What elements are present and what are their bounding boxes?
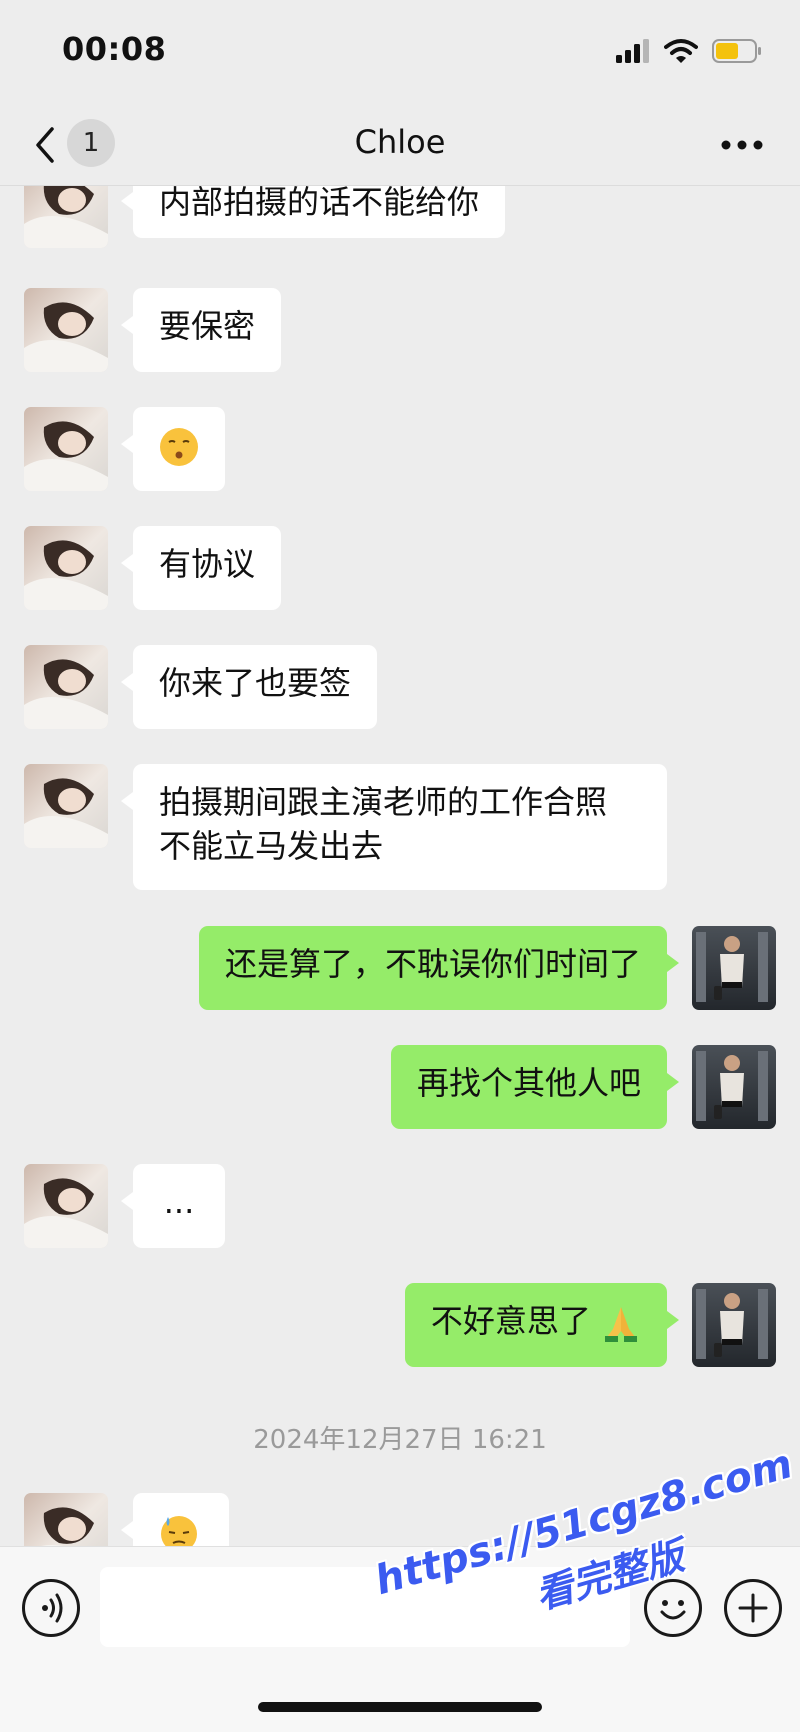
incoming-message-bubble[interactable]: 你来了也要签 — [120, 645, 378, 729]
incoming-message-bubble[interactable]: 有协议 — [120, 526, 282, 610]
message-timestamp: 2024年12月27日 16:21 — [253, 1425, 547, 1455]
unread-count-badge[interactable]: 1 — [67, 119, 115, 167]
shushing-face-emoji-icon — [160, 428, 198, 466]
wifi-icon — [664, 39, 698, 63]
chat-message-list[interactable]: 内部拍摄的话不能给你 要保密 有协议 你来了也要签 拍摄期间跟主演老师的工作合照… — [0, 186, 800, 1546]
user-avatar[interactable] — [692, 926, 776, 1010]
contact-avatar[interactable] — [24, 1493, 108, 1546]
incoming-message-bubble[interactable]: 要保密 — [120, 288, 282, 372]
chat-title: Chloe — [354, 123, 446, 161]
downcast-sweat-face-emoji-icon — [161, 1516, 197, 1546]
signal-icon — [616, 39, 649, 63]
home-indicator — [258, 1702, 542, 1712]
contact-avatar[interactable] — [24, 186, 108, 248]
contact-avatar[interactable] — [24, 526, 108, 610]
message-line: 拍摄期间跟主演老师的工作合照 — [159, 783, 608, 821]
contact-avatar[interactable] — [24, 407, 108, 491]
chat-header: Chloe — [0, 105, 800, 186]
outgoing-message-bubble[interactable]: 再找个其他人吧 — [390, 1045, 680, 1129]
message-text: 不好意思了 — [430, 1302, 591, 1340]
voice-icon — [42, 1593, 63, 1623]
incoming-message-bubble[interactable] — [121, 1493, 229, 1546]
more-options-icon[interactable] — [720, 139, 764, 151]
contact-avatar[interactable] — [24, 764, 108, 848]
status-icons — [616, 36, 762, 66]
contact-avatar[interactable] — [24, 288, 108, 372]
contact-avatar[interactable] — [24, 1164, 108, 1248]
incoming-message-bubble[interactable]: 内部拍摄的话不能给你 — [120, 186, 506, 238]
outgoing-message-bubble[interactable]: 不好意思了 — [404, 1283, 680, 1367]
outgoing-message-bubble[interactable]: 还是算了，不耽误你们时间了 — [198, 926, 680, 1010]
status-bar: 00:08 — [0, 0, 800, 105]
battery-icon — [712, 39, 761, 63]
incoming-message-bubble[interactable]: 拍摄期间跟主演老师的工作合照 不能立马发出去 — [121, 764, 667, 890]
contact-avatar[interactable] — [24, 645, 108, 729]
incoming-message-bubble[interactable] — [121, 407, 225, 491]
user-avatar[interactable] — [692, 1045, 776, 1129]
incoming-message-bubble[interactable]: ... — [121, 1164, 225, 1248]
folded-hands-emoji-icon — [605, 1307, 637, 1342]
user-avatar[interactable] — [692, 1283, 776, 1367]
status-time: 00:08 — [62, 30, 167, 68]
voice-input-button[interactable] — [22, 1579, 80, 1637]
message-line: 不能立马发出去 — [159, 827, 384, 865]
